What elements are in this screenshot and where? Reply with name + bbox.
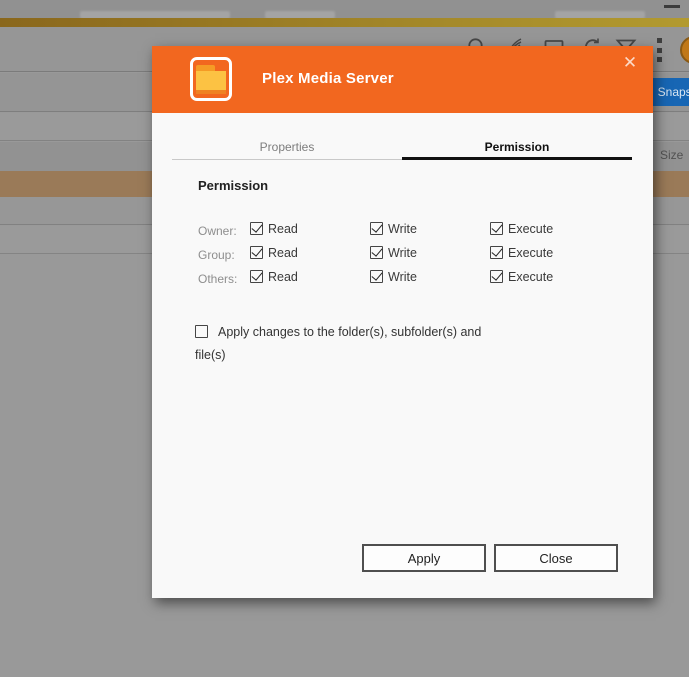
row-label: Group: [198, 248, 235, 262]
others-execute-checkbox[interactable]: Execute [490, 269, 553, 284]
checkbox-icon[interactable] [490, 270, 503, 283]
browser-top-strip [0, 0, 689, 19]
permission-row-owner: Owner: Read Write Execute [198, 221, 628, 241]
checkbox-icon[interactable] [195, 325, 208, 338]
checkbox-icon[interactable] [250, 246, 263, 259]
apply-scope-checkbox[interactable]: Apply changes to the folder(s), subfolde… [195, 321, 495, 367]
owner-read-checkbox[interactable]: Read [250, 221, 298, 236]
owner-write-checkbox[interactable]: Write [370, 221, 417, 236]
group-read-checkbox[interactable]: Read [250, 245, 298, 260]
checkbox-icon[interactable] [490, 222, 503, 235]
dialog-header: Plex Media Server ✕ [152, 46, 653, 113]
owner-execute-checkbox[interactable]: Execute [490, 221, 553, 236]
apply-scope-label: Apply changes to the folder(s), subfolde… [195, 325, 482, 362]
dialog-tabbar: Properties Permission [172, 134, 632, 160]
minimize-dash-icon[interactable] [664, 5, 680, 8]
group-execute-checkbox[interactable]: Execute [490, 245, 553, 260]
checkbox-icon[interactable] [250, 270, 263, 283]
kebab-menu-icon[interactable] [657, 38, 662, 62]
row-label: Others: [198, 272, 238, 286]
close-button[interactable]: Close [494, 544, 618, 572]
folder-properties-dialog: Plex Media Server ✕ Properties Permissio… [152, 46, 653, 598]
dialog-title: Plex Media Server [262, 70, 394, 87]
size-column-header[interactable]: Size [660, 148, 683, 162]
close-icon[interactable]: ✕ [619, 52, 641, 74]
permission-row-others: Others: Read Write Execute [198, 269, 628, 289]
checkbox-icon[interactable] [370, 246, 383, 259]
screen: { "background": { "window": { "minimize_… [0, 0, 689, 677]
apply-button[interactable]: Apply [362, 544, 486, 572]
group-write-checkbox[interactable]: Write [370, 245, 417, 260]
checkbox-icon[interactable] [370, 270, 383, 283]
row-label: Owner: [198, 224, 237, 238]
checkbox-icon[interactable] [250, 222, 263, 235]
others-write-checkbox[interactable]: Write [370, 269, 417, 284]
permission-row-group: Group: Read Write Execute [198, 245, 628, 265]
checkbox-icon[interactable] [370, 222, 383, 235]
checkbox-icon[interactable] [490, 246, 503, 259]
others-read-checkbox[interactable]: Read [250, 269, 298, 284]
gold-accent-bar [0, 18, 689, 27]
permission-section-title: Permission [198, 178, 269, 193]
tab-permission[interactable]: Permission [402, 134, 632, 160]
tab-properties[interactable]: Properties [172, 134, 402, 160]
folder-icon [190, 57, 232, 101]
